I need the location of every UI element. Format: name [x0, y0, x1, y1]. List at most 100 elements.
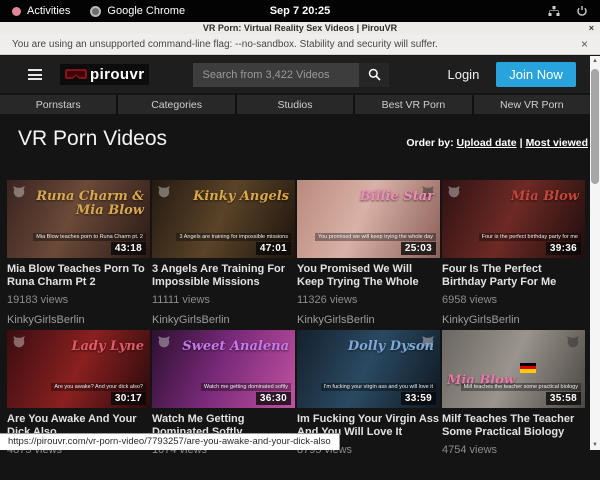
- video-views: 11111 views: [152, 294, 295, 306]
- thumbnail-overlay-text: Kinky Angels: [193, 190, 289, 204]
- search-button[interactable]: [359, 63, 389, 87]
- studio-cat-watermark-icon: [566, 335, 580, 349]
- scroll-down-icon[interactable]: ▼: [590, 440, 600, 450]
- recording-indicator-icon: [12, 7, 21, 16]
- nav-item-studios[interactable]: Studios: [237, 95, 353, 114]
- thumbnail-overlay-text: Dolly Dyson: [348, 340, 434, 354]
- join-now-button[interactable]: Join Now: [496, 62, 575, 87]
- video-views: 19183 views: [7, 294, 150, 306]
- network-icon[interactable]: [548, 5, 560, 17]
- german-flag-icon: [520, 363, 536, 373]
- page-scrollbar[interactable]: ▲ ▼: [590, 56, 600, 450]
- video-views: 6958 views: [442, 294, 585, 306]
- search-bar: [193, 63, 389, 87]
- video-title[interactable]: 3 Angels Are Training For Impossible Mis…: [152, 263, 295, 289]
- logo-text: pirouvr: [90, 66, 144, 83]
- site-logo[interactable]: pirouvr: [60, 64, 149, 85]
- thumbnail-caption: Mia Blow teaches porn to Runa Charm pt. …: [33, 233, 146, 241]
- window-title-bar: VR Porn: Virtual Reality Sex Videos | Pi…: [0, 22, 600, 34]
- thumbnail-caption: You promised we will keep trying the who…: [315, 233, 436, 241]
- video-views: 11326 views: [297, 294, 440, 306]
- thumbnail-caption: 3 Angels are training for impossible mis…: [176, 233, 291, 241]
- thumbnail-caption: Are you awake? And your dick also?: [51, 383, 146, 391]
- search-input[interactable]: [193, 63, 359, 87]
- vr-headset-icon: [65, 69, 87, 81]
- thumbnail-overlay-text: Runa Charm & Mia Blow: [32, 190, 144, 217]
- window-title: VR Porn: Virtual Reality Sex Videos | Pi…: [203, 23, 397, 33]
- browser-infobar: You are using an unsupported command-lin…: [0, 34, 600, 55]
- login-button[interactable]: Login: [447, 67, 479, 82]
- thumbnail-caption: I'm fucking your virgin ass and you will…: [321, 383, 436, 391]
- video-card[interactable]: Sweet Analena Watch me getting dominated…: [152, 330, 295, 480]
- activities-label: Activities: [27, 5, 70, 17]
- nav-item-pornstars[interactable]: Pornstars: [0, 95, 116, 114]
- video-title[interactable]: Milf Teaches The Teacher Some Practical …: [442, 413, 585, 439]
- infobar-message: You are using an unsupported command-lin…: [12, 39, 438, 50]
- order-upload-date-link[interactable]: Upload date: [457, 137, 517, 149]
- video-studio-link[interactable]: KinkyGirlsBerlin: [442, 314, 585, 326]
- studio-cat-watermark-icon: [157, 335, 171, 349]
- site-header: pirouvr Login Join Now: [0, 56, 590, 93]
- order-most-viewed-link[interactable]: Most viewed: [526, 137, 588, 149]
- nav-item-categories[interactable]: Categories: [118, 95, 234, 114]
- video-card[interactable]: Kinky Angels 3 Angels are training for i…: [152, 180, 295, 330]
- infobar-close-icon[interactable]: ×: [581, 37, 588, 51]
- thumbnail-overlay-text: Sweet Analena: [182, 340, 289, 354]
- chrome-icon: [90, 6, 101, 17]
- nav-item-best-vr[interactable]: Best VR Porn: [355, 95, 471, 114]
- video-card[interactable]: Billie Star You promised we will keep tr…: [297, 180, 440, 330]
- studio-cat-watermark-icon: [157, 185, 171, 199]
- page-title: VR Porn Videos: [18, 127, 167, 151]
- video-title[interactable]: Four Is The Perfect Birthday Party For M…: [442, 263, 585, 289]
- video-card[interactable]: Lady Lyne Are you awake? And your dick a…: [7, 330, 150, 480]
- duration-badge: 36:30: [256, 392, 291, 405]
- video-card[interactable]: Runa Charm & Mia Blow Mia Blow teaches p…: [7, 180, 150, 330]
- thumbnail-caption: Watch me getting dominated softly: [201, 383, 291, 391]
- nav-item-new-vr[interactable]: New VR Porn: [474, 95, 590, 114]
- video-studio-link[interactable]: KinkyGirlsBerlin: [7, 314, 150, 326]
- video-thumbnail[interactable]: Dolly Dyson I'm fucking your virgin ass …: [297, 330, 440, 408]
- video-thumbnail[interactable]: Runa Charm & Mia Blow Mia Blow teaches p…: [7, 180, 150, 258]
- activities-button[interactable]: Activities: [12, 5, 70, 17]
- video-title[interactable]: You Promised We Will Keep Trying The Who…: [297, 263, 440, 289]
- scrollbar-thumb[interactable]: [591, 69, 599, 184]
- thumbnail-overlay-text: Lady Lyne: [71, 340, 144, 354]
- video-title[interactable]: Mia Blow Teaches Porn To Runa Charm Pt 2: [7, 263, 150, 289]
- video-thumbnail[interactable]: Sweet Analena Watch me getting dominated…: [152, 330, 295, 408]
- thumbnail-overlay-text: Billie Star: [360, 190, 434, 204]
- scroll-up-icon[interactable]: ▲: [590, 56, 600, 66]
- video-card[interactable]: Mia Blow Milf teaches the teacher some p…: [442, 330, 585, 480]
- power-icon[interactable]: [576, 5, 588, 17]
- video-thumbnail[interactable]: Mia Blow Milf teaches the teacher some p…: [442, 330, 585, 408]
- main-nav: Pornstars Categories Studios Best VR Por…: [0, 95, 590, 114]
- duration-badge: 33:59: [401, 392, 436, 405]
- thumbnail-caption: Milf teaches the teacher some practical …: [461, 383, 581, 391]
- order-by-label: Order by:: [406, 137, 453, 149]
- order-separator: |: [520, 137, 523, 149]
- window-close-icon[interactable]: ×: [589, 22, 594, 34]
- status-url-tooltip: https://pirouvr.com/vr-porn-video/779325…: [0, 433, 340, 450]
- duration-badge: 43:18: [111, 242, 146, 255]
- video-studio-link[interactable]: KinkyGirlsBerlin: [152, 314, 295, 326]
- video-thumbnail[interactable]: Kinky Angels 3 Angels are training for i…: [152, 180, 295, 258]
- video-card[interactable]: Mia Blow Four is the perfect birthday pa…: [442, 180, 585, 330]
- thumbnail-overlay-text: Mia Blow: [511, 190, 579, 204]
- video-thumbnail[interactable]: Mia Blow Four is the perfect birthday pa…: [442, 180, 585, 258]
- order-by: Order by: Upload date|Most viewed: [406, 137, 588, 149]
- system-top-bar: Activities Google Chrome Sep 7 20:25: [0, 0, 600, 22]
- video-thumbnail[interactable]: Billie Star You promised we will keep tr…: [297, 180, 440, 258]
- video-thumbnail[interactable]: Lady Lyne Are you awake? And your dick a…: [7, 330, 150, 408]
- search-icon: [368, 68, 381, 81]
- thumbnail-caption: Four is the perfect birthday party for m…: [479, 233, 581, 241]
- duration-badge: 25:03: [401, 242, 436, 255]
- video-views: 4754 views: [442, 444, 585, 456]
- duration-badge: 47:01: [256, 242, 291, 255]
- duration-badge: 39:36: [546, 242, 581, 255]
- menu-icon[interactable]: [28, 69, 42, 80]
- video-studio-link[interactable]: KinkyGirlsBerlin: [297, 314, 440, 326]
- video-card[interactable]: Dolly Dyson I'm fucking your virgin ass …: [297, 330, 440, 480]
- studio-cat-watermark-icon: [12, 185, 26, 199]
- app-menu-button[interactable]: Google Chrome: [90, 5, 185, 17]
- duration-badge: 35:58: [546, 392, 581, 405]
- studio-cat-watermark-icon: [12, 335, 26, 349]
